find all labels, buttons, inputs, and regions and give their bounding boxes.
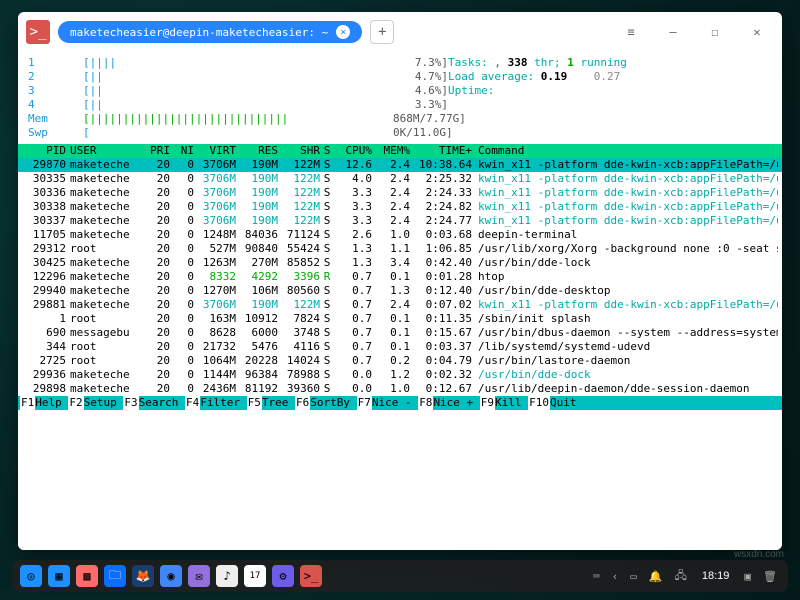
process-header: PID USER PRI NI VIRT RES SHR S CPU% MEM%…	[18, 144, 782, 158]
process-row[interactable]: 2725 root 20 0 1064M 20228 14024 S 0.7 0…	[18, 354, 782, 368]
load-label: Load average:	[448, 70, 534, 83]
process-row[interactable]: 1 root 20 0 163M 10912 7824 S 0.7 0.1 0:…	[18, 312, 782, 326]
tab-close-icon[interactable]: ×	[336, 25, 350, 39]
process-row[interactable]: 29312 root 20 0 527M 90840 55424 S 1.3 1…	[18, 242, 782, 256]
cpu-bar: [||	[83, 84, 393, 98]
fkey: F9	[480, 396, 495, 410]
load-1: 0.19	[541, 70, 568, 83]
process-row[interactable]: 29898 maketeche 20 0 2436M 81192 39360 S…	[18, 382, 782, 396]
process-row[interactable]: 690 messagebu 20 0 8628 6000 3748 S 0.7 …	[18, 326, 782, 340]
fkey: F3	[123, 396, 138, 410]
tray-display-icon[interactable]: ▭	[627, 570, 640, 583]
tasks-label: Tasks:	[448, 56, 488, 69]
process-row[interactable]: 29881 maketeche 20 0 3706M 190M 122M S 0…	[18, 298, 782, 312]
app-icon-1[interactable]: ▩	[76, 565, 98, 587]
function-keys: F1Help F2Setup F3Search F4Filter F5Tree …	[18, 396, 782, 410]
terminal-content[interactable]: 1[||||7.3%]2[||4.7%]3[||4.6%]4[||3.3%] M…	[18, 52, 782, 550]
cpu-bar: [||||	[83, 56, 393, 70]
process-row[interactable]: 29940 maketeche 20 0 1270M 106M 80560 S …	[18, 284, 782, 298]
fkey: F4	[185, 396, 200, 410]
multitask-icon[interactable]: ▦	[48, 565, 70, 587]
swp-value: 0K/11.0G]	[393, 126, 448, 140]
terminal-window: >_ maketecheasier@deepin-maketecheasier:…	[18, 12, 782, 550]
fkey: F1	[20, 396, 35, 410]
tasks-thr: 338	[508, 56, 528, 69]
process-row[interactable]: 344 root 20 0 21732 5476 4116 S 0.7 0.1 …	[18, 340, 782, 354]
tray-keyboard-icon[interactable]: ⌨	[590, 570, 603, 583]
tab-active[interactable]: maketecheasier@deepin-maketecheasier: ~ …	[58, 21, 362, 43]
process-row[interactable]: 30425 maketeche 20 0 1263M 270M 85852 S …	[18, 256, 782, 270]
fkey: F7	[357, 396, 372, 410]
cpu-num: 1	[28, 56, 83, 70]
tray-network-icon[interactable]: 🖧	[672, 567, 690, 586]
cpu-bar: [||	[83, 98, 393, 112]
tasks-info: Tasks: , 338 thr; 1 running Load average…	[448, 56, 627, 98]
mem-value: 868M/7.77G]	[393, 112, 448, 126]
firefox-icon[interactable]: 🦊	[132, 565, 154, 587]
load-2: 0.27	[594, 70, 621, 83]
process-row[interactable]: 29936 maketeche 20 0 1144M 96384 78988 S…	[18, 368, 782, 382]
mem-bar: [||||||||||||||||||||||||||||||	[83, 112, 393, 126]
tray-chevron-icon[interactable]: ‹	[609, 570, 622, 583]
cpu-pct: 3.3%]	[393, 98, 448, 112]
htop-summary: 1[||||7.3%]2[||4.7%]3[||4.6%]4[||3.3%] M…	[18, 52, 782, 144]
process-row[interactable]: 11705 maketeche 20 0 1248M 84036 71124 S…	[18, 228, 782, 242]
fkey: F8	[418, 396, 433, 410]
process-row[interactable]: 12296 maketeche 20 0 8332 4292 3396 R 0.…	[18, 270, 782, 284]
settings-icon[interactable]: ⚙	[272, 565, 294, 587]
calendar-icon[interactable]: 17	[244, 565, 266, 587]
process-row[interactable]: 30336 maketeche 20 0 3706M 190M 122M S 3…	[18, 186, 782, 200]
fkey: F10	[528, 396, 550, 410]
maximize-button[interactable]: ☐	[698, 20, 732, 44]
music-icon[interactable]: ♪	[216, 565, 238, 587]
fkey: F2	[68, 396, 83, 410]
mem-label: Mem	[28, 112, 83, 126]
process-row[interactable]: 29870 maketeche 20 0 3706M 190M 122M S 1…	[18, 158, 782, 172]
fkey: F5	[247, 396, 262, 410]
cpu-num: 3	[28, 84, 83, 98]
tab-title: maketecheasier@deepin-maketecheasier: ~	[70, 26, 328, 39]
cpu-pct: 7.3%]	[393, 56, 448, 70]
menu-button[interactable]: ≡	[614, 20, 648, 44]
uptime-label: Uptime:	[448, 84, 494, 97]
files-icon[interactable]: 🗀	[104, 565, 126, 587]
titlebar: >_ maketecheasier@deepin-maketecheasier:…	[18, 12, 782, 52]
fkey: F6	[295, 396, 310, 410]
tasks-running: 1	[567, 56, 574, 69]
process-list: 29870 maketeche 20 0 3706M 190M 122M S 1…	[18, 158, 782, 396]
cpu-num: 4	[28, 98, 83, 112]
swp-bar: [	[83, 126, 393, 140]
tray-trash-icon[interactable]: 🗑	[760, 570, 780, 583]
terminal-app-icon[interactable]: >_	[26, 20, 50, 44]
cpu-num: 2	[28, 70, 83, 84]
process-row[interactable]: 30338 maketeche 20 0 3706M 190M 122M S 3…	[18, 200, 782, 214]
process-row[interactable]: 30337 maketeche 20 0 3706M 190M 122M S 3…	[18, 214, 782, 228]
new-tab-button[interactable]: +	[370, 20, 394, 44]
tray-desktop-icon[interactable]: ▣	[741, 570, 754, 583]
cpu-bar: [||	[83, 70, 393, 84]
close-button[interactable]: ✕	[740, 20, 774, 44]
app-icon-2[interactable]: ✉	[188, 565, 210, 587]
clock[interactable]: 18:19	[696, 570, 736, 582]
chrome-icon[interactable]: ◉	[160, 565, 182, 587]
process-row[interactable]: 30335 maketeche 20 0 3706M 190M 122M S 4…	[18, 172, 782, 186]
minimize-button[interactable]: —	[656, 20, 690, 44]
taskbar: ◎ ▦ ▩ 🗀 🦊 ◉ ✉ ♪ 17 ⚙ >_ ⌨ ‹ ▭ 🔔 🖧 18:19 …	[12, 560, 788, 592]
swp-label: Swp	[28, 126, 83, 140]
watermark: wsxdn.com	[734, 549, 784, 560]
terminal-taskbar-icon[interactable]: >_	[300, 565, 322, 587]
cpu-pct: 4.7%]	[393, 70, 448, 84]
tray-notification-icon[interactable]: 🔔	[646, 570, 666, 583]
cpu-pct: 4.6%]	[393, 84, 448, 98]
launcher-icon[interactable]: ◎	[20, 565, 42, 587]
